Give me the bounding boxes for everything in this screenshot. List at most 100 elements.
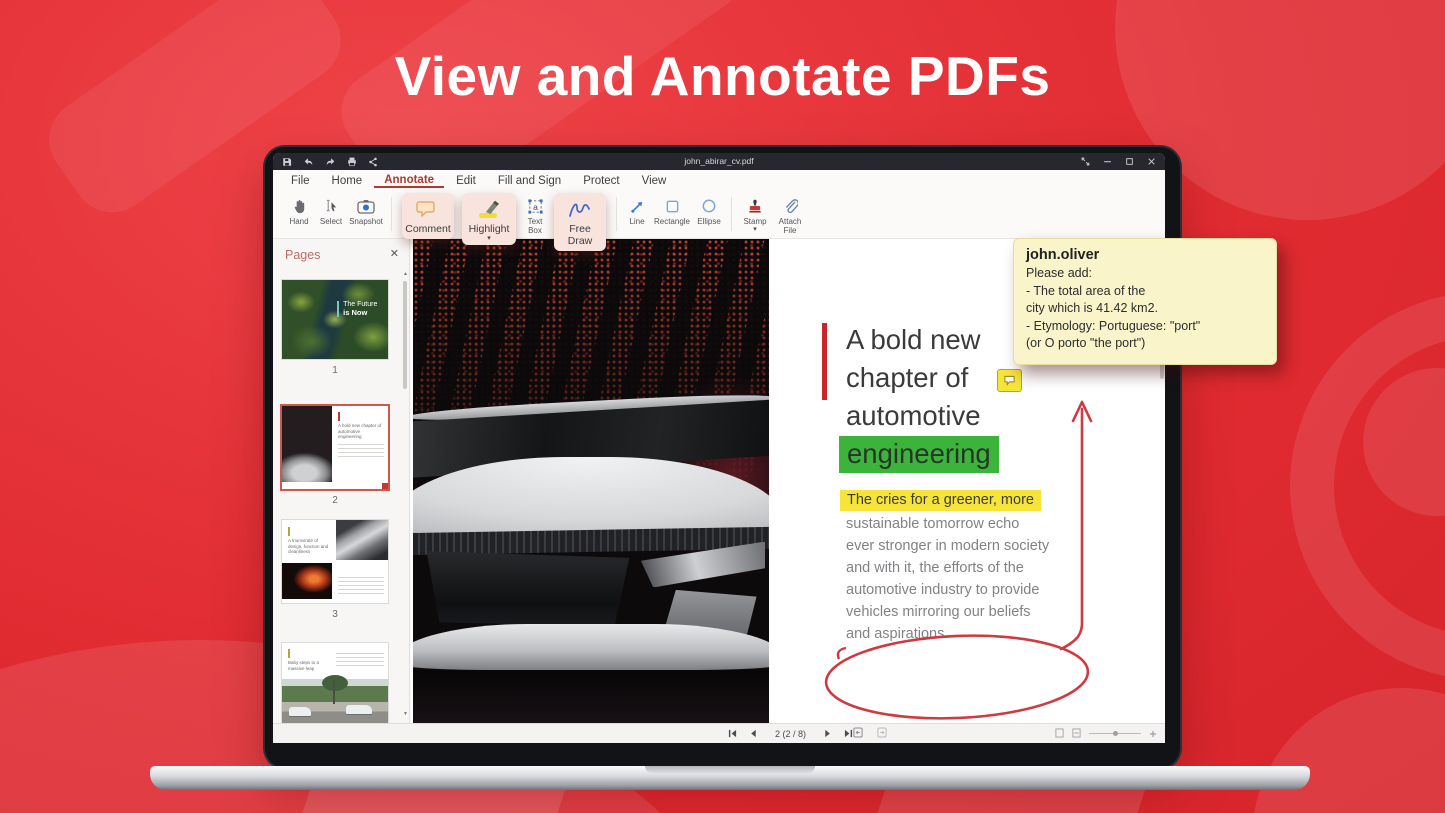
hand-drawn-arrow-shaft	[1061, 409, 1082, 649]
hand-tool-button[interactable]: Hand	[283, 196, 315, 226]
view-history-controls	[853, 724, 887, 743]
document-title: john_abirar_cv.pdf	[473, 153, 965, 170]
fit-page-icon[interactable]	[1055, 725, 1064, 743]
titlebar-left-actions	[282, 153, 378, 170]
zoom-slider-knob[interactable]	[1113, 731, 1118, 736]
page-thumbnail-4[interactable]: Baby steps to a massive leap	[282, 643, 388, 723]
previous-view-icon[interactable]	[853, 725, 863, 743]
free-draw-tool-button[interactable]: Free Draw	[554, 193, 606, 251]
snapshot-tool-button[interactable]: Snapshot	[347, 196, 385, 226]
minimize-icon[interactable]	[1103, 157, 1112, 166]
text-box-tool-button[interactable]: a Text Box	[520, 196, 550, 235]
thumb2-red-tick	[338, 412, 340, 421]
pages-close-icon[interactable]: ✕	[390, 247, 399, 260]
thumb2-car-image	[282, 406, 332, 482]
page-number-1: 1	[282, 365, 388, 376]
doc-paragraph-line: automotive industry to provide	[846, 582, 1039, 598]
thumb4-caption: Baby steps to a massive leap	[288, 660, 332, 671]
ellipse-tool-button[interactable]: Ellipse	[693, 196, 725, 226]
thumb3-taillight-image	[282, 563, 332, 599]
attach-file-label: Attach File	[772, 217, 808, 235]
stamp-caret-icon[interactable]: ▾	[753, 227, 757, 232]
thumb3-page: A triumvirate of design, function and cl…	[282, 520, 388, 603]
menu-home[interactable]: Home	[322, 173, 373, 188]
toolbar-separator	[391, 197, 392, 231]
doc-heading-line-3: automotive	[846, 400, 981, 432]
thumb2-annotation-badge	[382, 483, 388, 489]
first-page-icon[interactable]	[728, 725, 737, 743]
stamp-icon	[747, 196, 763, 216]
speech-bubble-icon	[1003, 375, 1016, 386]
sidebar-scrollbar[interactable]	[402, 269, 407, 709]
select-label: Select	[320, 217, 342, 226]
free-draw-label: Free Draw	[557, 223, 603, 247]
highlight-icon	[476, 198, 502, 222]
laptop-base	[150, 766, 1310, 790]
thumb4-white-car-left	[289, 707, 311, 716]
thumb2-text-column: A bold new chapter of automotive enginee…	[332, 406, 388, 489]
inline-comment-marker[interactable]	[997, 369, 1022, 392]
undo-icon[interactable]	[303, 157, 314, 167]
redo-icon[interactable]	[325, 157, 336, 167]
comment-label: Comment	[405, 223, 451, 235]
note-line: (or O porto "the port")	[1026, 335, 1264, 353]
next-page-icon[interactable]	[824, 725, 832, 743]
attach-file-tool-button[interactable]: Attach File	[772, 196, 808, 235]
free-draw-icon	[567, 198, 593, 222]
snapshot-icon	[357, 196, 375, 216]
menu-file[interactable]: File	[281, 173, 320, 188]
doc-paragraph-line: and with it, the efforts of the	[846, 560, 1024, 576]
sidebar-scrollbar-thumb[interactable]	[403, 281, 407, 389]
status-bar: 2 (2 / 8)	[273, 723, 1165, 743]
last-page-icon[interactable]	[844, 725, 853, 743]
next-view-icon[interactable]	[877, 725, 887, 743]
comment-note-popup[interactable]: john.oliver Please add: - The total area…	[1013, 238, 1277, 365]
thumb4-paragraph-lines	[336, 650, 384, 669]
bg-circle-bottom-right	[1252, 688, 1445, 813]
menu-annotate[interactable]: Annotate	[374, 172, 444, 188]
laptop-base-notch	[645, 766, 815, 773]
select-tool-button[interactable]: Select	[315, 196, 347, 226]
menu-edit[interactable]: Edit	[446, 173, 486, 188]
print-icon[interactable]	[347, 157, 357, 167]
zoom-in-icon[interactable]	[1149, 725, 1157, 743]
menu-fill-and-sign[interactable]: Fill and Sign	[488, 173, 571, 188]
doc-paragraph-line: vehicles mirroring our beliefs	[846, 604, 1031, 620]
previous-page-icon[interactable]	[749, 725, 757, 743]
save-icon[interactable]	[282, 157, 292, 167]
doc-paragraph-line: sustainable tomorrow echo	[846, 516, 1019, 532]
maximize-icon[interactable]	[1125, 157, 1134, 166]
doc-paragraph-yellow-highlight: The cries for a greener, more	[840, 490, 1041, 511]
page-thumbnail-1[interactable]: The Future is Now	[282, 280, 388, 359]
rectangle-tool-button[interactable]: Rectangle	[651, 196, 693, 226]
close-icon[interactable]	[1147, 157, 1156, 166]
thumb4-tree-trunk	[333, 680, 335, 704]
doc-heading-line-2: chapter of	[846, 362, 968, 394]
fit-width-icon[interactable]	[1072, 725, 1081, 743]
page-thumbnail-3[interactable]: A triumvirate of design, function and cl…	[282, 520, 388, 603]
hand-drawn-ellipse-annotation	[824, 630, 1089, 723]
thumb4-tree-leaves	[322, 675, 348, 691]
menu-protect[interactable]: Protect	[573, 173, 629, 188]
page-number-2: 2	[282, 495, 388, 506]
thumb2-paragraph-lines	[338, 444, 384, 457]
menu-view[interactable]: View	[632, 173, 677, 188]
text-box-label: Text Box	[520, 217, 550, 235]
thumb3-paragraph-lines	[338, 574, 384, 597]
car-photo	[413, 239, 769, 723]
thumb3-tick	[288, 527, 290, 536]
sidebar-scroll-down-icon[interactable]: ▼	[403, 711, 408, 717]
ellipse-icon	[701, 196, 717, 216]
share-icon[interactable]	[368, 157, 378, 167]
stamp-tool-button[interactable]: Stamp ▾	[738, 196, 772, 232]
line-tool-button[interactable]: Line	[623, 196, 651, 226]
highlight-tool-button[interactable]: Highlight ▾	[462, 193, 516, 245]
page-title: View and Annotate PDFs	[0, 44, 1445, 108]
comment-tool-button[interactable]: Comment	[402, 193, 454, 239]
highlight-caret-icon[interactable]: ▾	[487, 236, 491, 241]
page-thumbnail-2-selected[interactable]: A bold new chapter of automotive enginee…	[282, 406, 388, 489]
expand-icon[interactable]	[1081, 157, 1090, 166]
line-icon	[630, 196, 645, 216]
ellipse-wobble	[838, 648, 846, 659]
zoom-slider[interactable]	[1089, 733, 1141, 734]
